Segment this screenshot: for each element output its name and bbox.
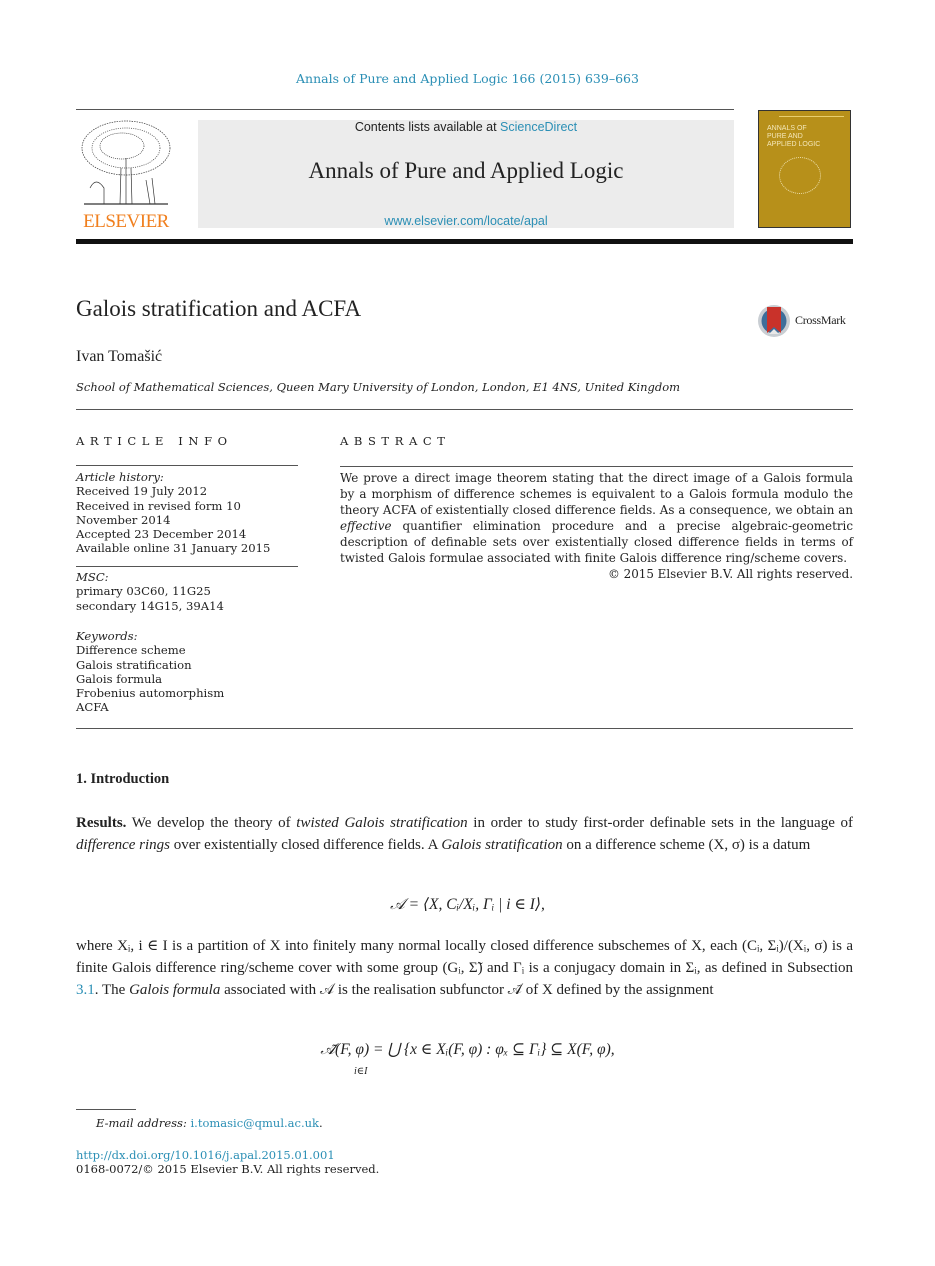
text: on a difference scheme (X, σ) is a datum <box>562 837 811 853</box>
keyword-item: Galois stratification <box>76 657 192 672</box>
issn-copyright: 0168-0072/© 2015 Elsevier B.V. All right… <box>76 1162 380 1176</box>
abstract-emphasis: effective <box>340 519 392 533</box>
keyword-item: Difference scheme <box>76 643 186 658</box>
abstract-text-part: quantifier elimination procedure and a p… <box>340 519 853 565</box>
cover-bar <box>779 116 844 117</box>
article-info-heading: ARTICLE INFO <box>76 434 233 448</box>
article-title: Galois stratification and ACFA <box>76 296 362 321</box>
author-name[interactable]: Ivan Tomašić <box>76 348 162 366</box>
text: where Xᵢ, i ∈ I is a partition of X into… <box>76 938 853 976</box>
divider <box>76 566 298 567</box>
doi-link[interactable]: http://dx.doi.org/10.1016/j.apal.2015.01… <box>76 1148 335 1162</box>
subsection-link[interactable]: 3.1 <box>76 982 95 998</box>
journal-header-box: Contents lists available at ScienceDirec… <box>198 120 734 228</box>
divider <box>76 728 853 729</box>
author-affiliation: School of Mathematical Sciences, Queen M… <box>76 380 681 394</box>
text: . The <box>94 982 130 998</box>
history-item: Available online 31 January 2015 <box>76 541 271 556</box>
crossmark-label: CrossMark <box>795 313 846 327</box>
equation: 𝒜 = ⟨X, Cᵢ/Xᵢ, Γᵢ | i ∈ I⟩, <box>390 896 545 913</box>
email-label: E-mail address: <box>96 1116 191 1130</box>
msc-item: secondary 14G15, 39A14 <box>76 598 224 613</box>
divider <box>340 466 853 467</box>
emphasis: twisted Galois stratification <box>296 815 468 831</box>
divider <box>76 409 853 410</box>
history-item: Accepted 23 December 2014 <box>76 527 247 542</box>
keywords: Keywords: Difference scheme Galois strat… <box>76 629 224 715</box>
elsevier-logo[interactable]: ELSEVIER <box>76 118 176 233</box>
paragraph: Results. We develop the theory of twiste… <box>76 812 853 856</box>
equation-subscript: i∈I <box>354 1066 368 1077</box>
cover-title: ANNALS OF PURE AND APPLIED LOGIC <box>767 125 821 148</box>
text: over existentially closed difference fie… <box>170 837 442 853</box>
header-top-rule <box>76 109 734 110</box>
article-history: Article history: Received 19 July 2012 R… <box>76 470 298 556</box>
emphasis: Galois stratification <box>441 837 563 853</box>
crossmark-icon <box>758 305 790 337</box>
text: in order to study first-order definable … <box>467 815 854 831</box>
keyword-item: Frobenius automorphism <box>76 686 225 701</box>
text: We develop the theory of <box>126 815 297 831</box>
sciencedirect-link[interactable]: ScienceDirect <box>500 120 577 134</box>
elsevier-tree-icon <box>81 120 171 205</box>
journal-url-link[interactable]: www.elsevier.com/locate/apal <box>198 214 734 228</box>
crossmark-button[interactable]: CrossMark <box>756 302 856 340</box>
journal-reference-link[interactable]: Annals of Pure and Applied Logic 166 (20… <box>0 71 935 86</box>
msc-codes: MSC: primary 03C60, 11G25 secondary 14G1… <box>76 570 224 613</box>
contents-prefix: Contents lists available at <box>354 120 501 134</box>
journal-name: Annals of Pure and Applied Logic <box>308 158 624 183</box>
text: associated with 𝒜 is the realisation sub… <box>220 982 714 998</box>
header-bottom-rule <box>76 239 853 244</box>
equation: 𝒜̃(F, φ) = ⋃ {x ∈ Xᵢ(F, φ) : φₓ ⊆ Γᵢ} ⊆ … <box>320 1041 615 1058</box>
paragraph-lead: Results. <box>76 815 127 831</box>
msc-item: primary 03C60, 11G25 <box>76 584 211 599</box>
keyword-item: ACFA <box>76 700 109 715</box>
emphasis: Galois formula <box>129 982 221 998</box>
contents-line: Contents lists available at ScienceDirec… <box>198 120 734 134</box>
history-item: Received in revised form 10 <box>76 498 241 513</box>
history-label: Article history: <box>76 470 164 484</box>
abstract-text: We prove a direct image theorem stating … <box>340 470 853 582</box>
emphasis: difference rings <box>76 837 171 853</box>
elsevier-wordmark: ELSEVIER <box>83 211 169 232</box>
text: . <box>318 1116 323 1130</box>
cover-ornament-icon <box>779 157 821 194</box>
paragraph: where Xᵢ, i ∈ I is a partition of X into… <box>76 935 853 1001</box>
keyword-item: Galois formula <box>76 671 163 686</box>
abstract-text-part: We prove a direct image theorem stating … <box>340 471 853 517</box>
abstract-heading: ABSTRACT <box>340 434 451 448</box>
abstract-copyright: © 2015 Elsevier B.V. All rights reserved… <box>607 567 853 581</box>
divider <box>76 465 298 466</box>
keywords-label: Keywords: <box>76 629 138 643</box>
email-link[interactable]: i.tomasic@qmul.ac.uk <box>190 1116 319 1130</box>
section-title: 1. Introduction <box>76 771 170 787</box>
footnote-rule <box>76 1109 136 1110</box>
history-item: November 2014 <box>76 512 171 527</box>
msc-label: MSC: <box>76 570 109 584</box>
history-item: Received 19 July 2012 <box>76 484 208 499</box>
journal-cover-image[interactable]: ANNALS OF PURE AND APPLIED LOGIC <box>758 110 851 228</box>
footnote-email: E-mail address: i.tomasic@qmul.ac.uk. <box>96 1116 323 1130</box>
